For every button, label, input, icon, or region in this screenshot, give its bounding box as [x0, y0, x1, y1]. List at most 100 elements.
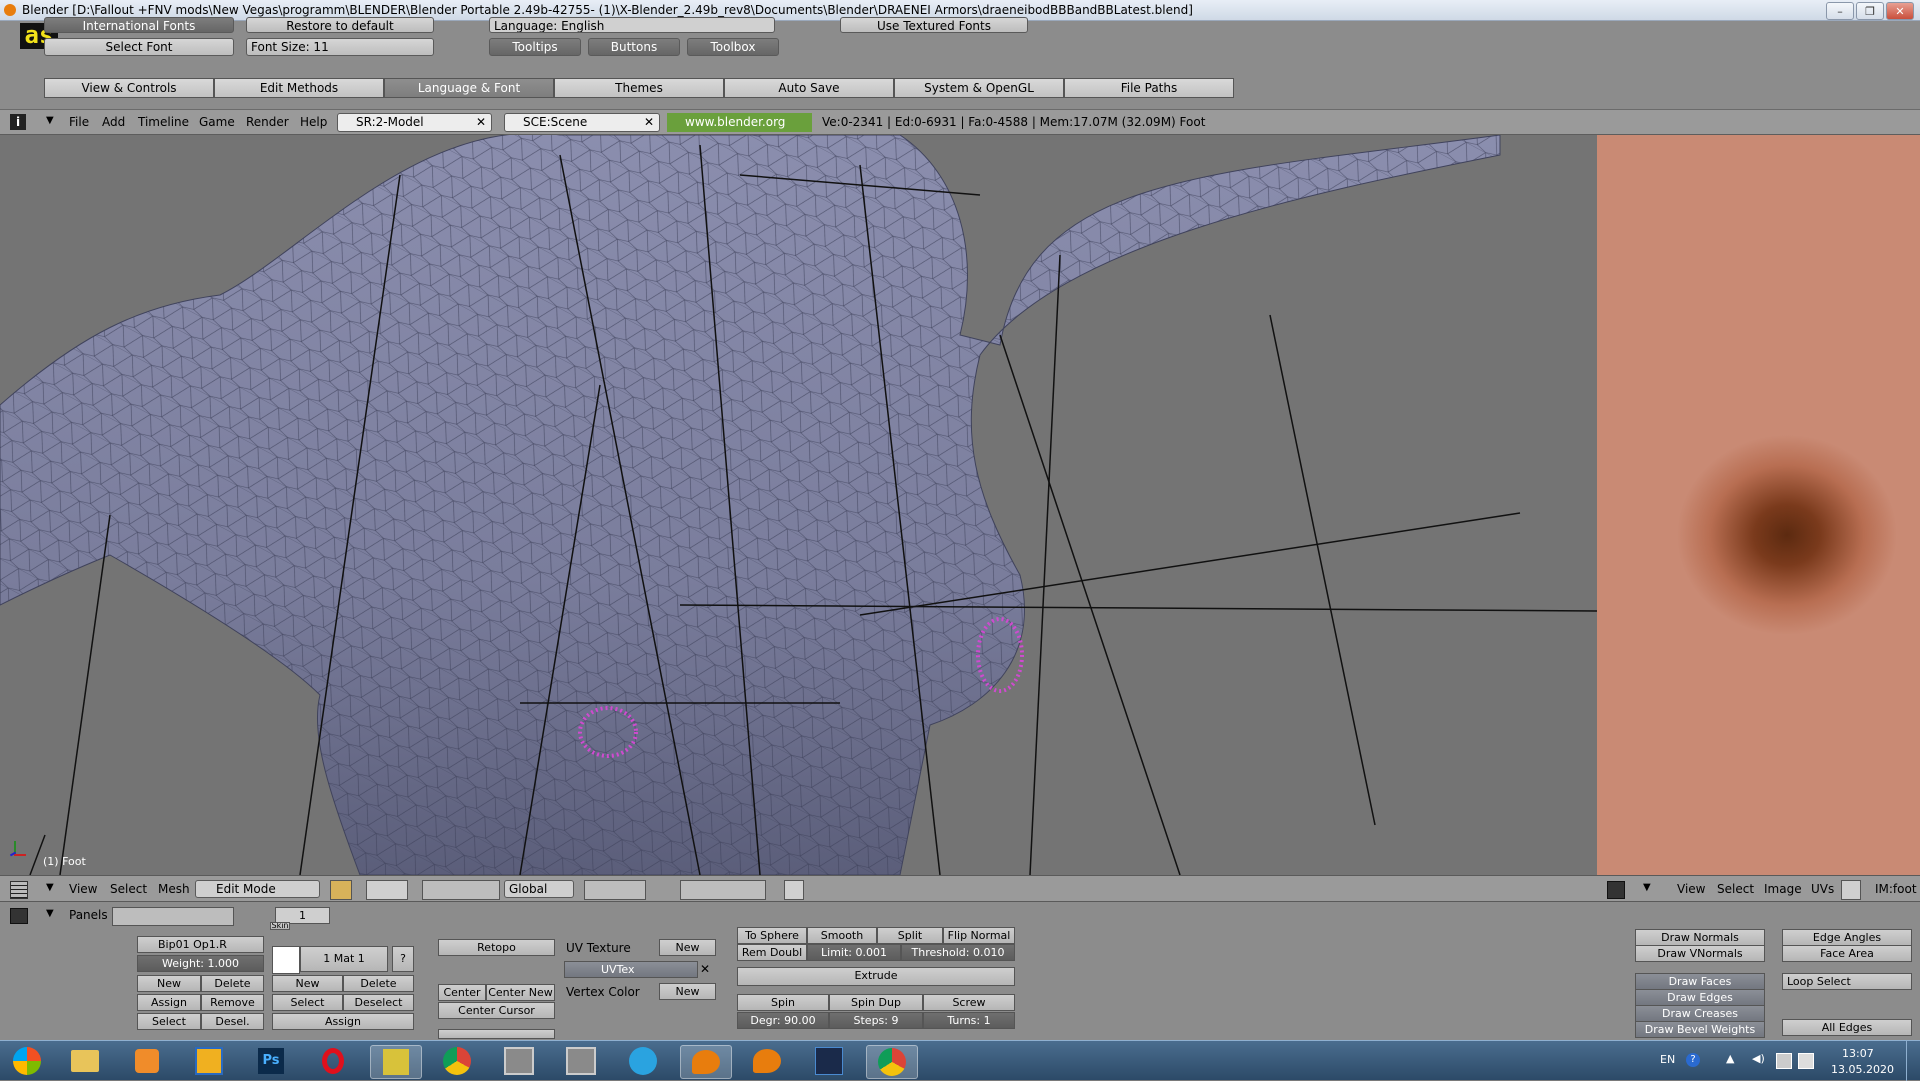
uv-image-editor[interactable] [1597, 135, 1920, 875]
extrude-button[interactable]: Extrude [737, 967, 1015, 986]
split-button[interactable]: Split [877, 927, 943, 944]
taskbar-photoshop[interactable]: Ps [246, 1045, 296, 1077]
image-menu-uvs[interactable]: UVs [1811, 882, 1834, 896]
to-sphere-button[interactable]: To Sphere [737, 927, 807, 944]
taskbar-app-blue[interactable] [184, 1045, 234, 1077]
clock-date[interactable]: 13.05.2020 [1831, 1063, 1894, 1076]
tab-edit-methods[interactable]: Edit Methods [214, 78, 384, 98]
draw-edges-toggle[interactable]: Draw Edges [1635, 989, 1765, 1006]
all-edges-toggle[interactable]: All Edges [1782, 1019, 1912, 1036]
threshold-field[interactable]: Threshold: 0.010 [901, 944, 1015, 961]
material-index-field[interactable]: 1 Mat 1 [300, 946, 388, 972]
vertex-weight-field[interactable]: Weight: 1.000 [137, 955, 264, 972]
image-menu-image[interactable]: Image [1764, 882, 1802, 896]
buttons-toggle[interactable]: Buttons [588, 38, 680, 56]
material-select-button[interactable]: Select [272, 994, 343, 1011]
vgroup-delete-button[interactable]: Delete [201, 975, 264, 992]
loop-select-menu[interactable]: Loop Select [1782, 973, 1912, 990]
taskbar-opera[interactable] [308, 1045, 358, 1077]
image-name-field[interactable]: IM:foot [1875, 882, 1917, 896]
clock-time[interactable]: 13:07 [1842, 1047, 1874, 1060]
select-font-button[interactable]: Select Font [44, 38, 234, 56]
info-icon[interactable]: i [10, 114, 26, 130]
start-button[interactable] [4, 1045, 50, 1077]
maximize-button[interactable]: ❐ [1856, 2, 1884, 20]
close-button[interactable]: ✕ [1886, 2, 1914, 20]
tab-file-paths[interactable]: File Paths [1064, 78, 1234, 98]
tooltips-toggle[interactable]: Tooltips [489, 38, 581, 56]
menu-render[interactable]: Render [246, 115, 289, 129]
menu-add[interactable]: Add [102, 115, 125, 129]
action-center-icon[interactable] [1798, 1053, 1814, 1069]
tab-auto-save[interactable]: Auto Save [724, 78, 894, 98]
hidden-row-button[interactable] [438, 1029, 555, 1039]
draw-normals-toggle[interactable]: Draw Normals [1635, 929, 1765, 946]
taskbar-explorer[interactable] [60, 1045, 110, 1077]
material-help-button[interactable]: ? [392, 946, 414, 972]
material-delete-button[interactable]: Delete [343, 975, 414, 992]
uv-texture-new-button[interactable]: New [659, 939, 716, 956]
taskbar-telegram[interactable] [618, 1045, 668, 1077]
draw-faces-toggle[interactable]: Draw Faces [1635, 973, 1765, 990]
vertex-group-selector[interactable]: Bip01 Op1.R [137, 936, 264, 953]
taskbar-blender-active[interactable] [680, 1045, 732, 1079]
vgroup-remove-button[interactable]: Remove [201, 994, 264, 1011]
vertex-color-new-button[interactable]: New [659, 983, 716, 1000]
screen-selector[interactable]: SR:2-Model [337, 113, 492, 132]
header-collapse-icon[interactable]: ▼ [46, 882, 54, 893]
taskbar-media-player[interactable] [122, 1045, 172, 1077]
snap-icon[interactable] [366, 880, 408, 900]
screw-button[interactable]: Screw [923, 994, 1015, 1011]
scene-delete-icon[interactable]: ✕ [644, 115, 654, 129]
menu-select[interactable]: Select [110, 882, 147, 896]
material-new-button[interactable]: New [272, 975, 343, 992]
material-color-swatch[interactable] [272, 946, 300, 974]
blender-org-link[interactable]: www.blender.org 249.2 [667, 113, 812, 148]
tray-expand-icon[interactable]: ▲ [1726, 1052, 1734, 1065]
center-cursor-button[interactable]: Center Cursor [438, 1002, 555, 1019]
image-menu-select[interactable]: Select [1717, 882, 1754, 896]
image-menu-view[interactable]: View [1677, 882, 1705, 896]
brush-icon[interactable] [1841, 880, 1861, 900]
spin-dup-button[interactable]: Spin Dup [829, 994, 923, 1011]
manipulator-icons[interactable] [422, 880, 500, 900]
tab-themes[interactable]: Themes [554, 78, 724, 98]
render-icon[interactable] [784, 880, 804, 900]
vgroup-deselect-button[interactable]: Desel. [201, 1013, 264, 1030]
help-tray-icon[interactable]: ? [1686, 1053, 1700, 1067]
network-icon[interactable] [1776, 1053, 1792, 1069]
center-button[interactable]: Center [438, 984, 486, 1001]
scene-selector[interactable]: SCE:Scene [504, 113, 660, 132]
taskbar-app-dark[interactable] [804, 1045, 854, 1077]
language-menu[interactable]: Language: English [489, 17, 775, 33]
image-editor-icon[interactable] [1607, 881, 1625, 899]
select-mode-icons[interactable] [680, 880, 766, 900]
use-textured-fonts-toggle[interactable]: Use Textured Fonts [840, 17, 1028, 33]
tab-view-controls[interactable]: View & Controls [44, 78, 214, 98]
menu-mesh[interactable]: Mesh [158, 882, 190, 896]
retopo-toggle[interactable]: Retopo [438, 939, 555, 956]
show-desktop-button[interactable] [1906, 1041, 1920, 1081]
mode-selector[interactable]: Edit Mode [195, 880, 320, 898]
menu-view[interactable]: View [69, 882, 97, 896]
grid-editor-icon[interactable] [10, 881, 28, 899]
taskbar-blender[interactable] [742, 1045, 792, 1077]
draw-bevel-weights-toggle[interactable]: Draw Bevel Weights [1635, 1021, 1765, 1038]
buttons-collapse-icon[interactable]: ▼ [46, 908, 54, 919]
degrees-field[interactable]: Degr: 90.00 [737, 1012, 829, 1029]
toolbox-toggle[interactable]: Toolbox [687, 38, 779, 56]
menu-game[interactable]: Game [199, 115, 235, 129]
menu-timeline[interactable]: Timeline [138, 115, 189, 129]
input-language[interactable]: EN [1660, 1053, 1675, 1066]
volume-icon[interactable]: ◀) [1752, 1052, 1765, 1065]
taskbar-chrome-2[interactable] [866, 1045, 918, 1079]
context-icons[interactable] [112, 907, 234, 926]
restore-default-button[interactable]: Restore to default [246, 17, 434, 33]
taskbar-chrome[interactable] [432, 1045, 482, 1077]
font-size-field[interactable]: Font Size: 11 [246, 38, 434, 56]
buttons-editor-icon[interactable] [10, 908, 28, 924]
uvtex-delete-icon[interactable]: ✕ [700, 962, 710, 976]
draw-type-icon[interactable] [330, 880, 352, 900]
proportional-icons[interactable] [584, 880, 646, 900]
turns-field[interactable]: Turns: 1 [923, 1012, 1015, 1029]
